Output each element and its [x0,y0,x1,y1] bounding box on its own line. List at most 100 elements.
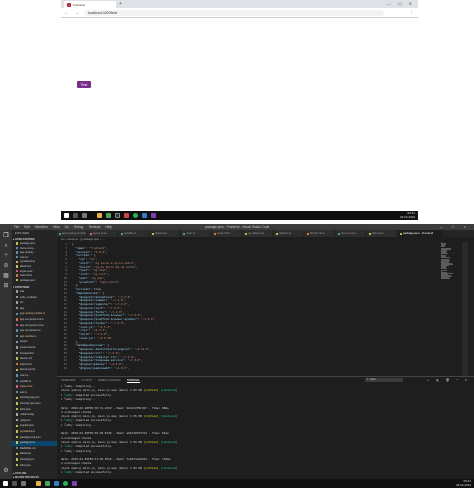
taskbar-clock[interactable]: 09:31 29.02.2019 [400,211,415,219]
explorer-icon[interactable] [36,481,41,486]
menu-item[interactable]: Selection [35,225,48,229]
spotify-icon[interactable] [63,481,68,486]
extensions-icon[interactable]: ▦ [3,273,9,279]
editor-tab[interactable]: tailwind.js [274,230,304,237]
menu-item[interactable]: Go [65,225,69,229]
search-icon[interactable] [73,213,78,218]
file-tree-item[interactable]: app-routing.module.ts [12,312,57,316]
file-tree-item[interactable]: package.json [12,441,57,446]
file-tree-item[interactable]: tailwind.js [12,452,57,456]
new-tab-button[interactable]: + [119,1,122,7]
source-control-icon[interactable]: ⑂ [3,253,9,259]
file-tree-item[interactable]: ng-tailwind.js [12,430,57,434]
terminal-icon[interactable] [115,213,120,218]
search-icon[interactable]: ⌕ [3,243,9,249]
explorer-icon[interactable] [97,213,102,218]
vscode-icon[interactable] [54,481,59,486]
visual-studio-icon[interactable] [151,213,156,218]
editor-tab[interactable]: ng-tailwind.js [243,230,273,237]
menu-item[interactable]: Help [105,225,112,229]
vscode-icon[interactable] [142,213,147,218]
open-editors-header[interactable]: ▸ OPEN EDITORS [13,238,35,241]
file-name: ng-tailwind.js [19,260,35,264]
file-tree-item[interactable]: index.html [12,363,57,367]
editor-tab[interactable]: package.json - Frontend [398,230,444,237]
file-tree-item[interactable]: node_modules [12,296,57,300]
panel-tab[interactable]: TERMINAL [126,379,140,383]
file-tree-item[interactable]: app.component.scss [12,324,57,328]
explorer-icon[interactable]: ❐ [3,233,9,239]
panel-tab[interactable]: DEBUG CONSOLE [98,379,121,382]
settings-gear-icon[interactable]: ⚙ [3,468,9,474]
panel-tab[interactable]: PROBLEMS [61,379,75,382]
browser-window-controls[interactable]: — ☐ ✕ [387,1,415,6]
menu-item[interactable]: Debug [74,225,83,229]
panel-tab[interactable]: OUTPUT [81,379,92,382]
browser-menu-icon[interactable]: ⋮ [409,9,414,15]
file-tree-item[interactable]: .editorconfig [12,413,57,417]
debug-icon[interactable]: ⊘ [3,263,9,269]
start-icon[interactable] [3,481,8,486]
terminal-select[interactable]: 1: node [365,378,403,382]
file-tree-item[interactable]: tslint.json [12,464,57,468]
file-tree-item[interactable]: favicon.ico [12,357,57,361]
file-tree-item[interactable]: app.module.ts [12,335,57,339]
panel-controls[interactable]: + ▥ 🗑 ^ ✕ [427,378,470,383]
editor-tab[interactable]: styles.scss [88,230,118,237]
file-tree-item[interactable]: app [12,307,57,311]
frontend-folder-header[interactable]: ▾ FRONTEND [13,286,29,289]
file-tree-item[interactable]: tslint.json [12,408,57,412]
file-tree-item[interactable]: .gitignore [12,419,57,423]
code-token: , [124,320,126,325]
app-icon[interactable] [124,213,129,218]
file-tree-item[interactable]: karma.conf.js [12,368,57,372]
chrome-icon[interactable] [45,481,50,486]
file-tree-item[interactable]: package.json [12,279,57,283]
editor-tab[interactable]: tailwind.js [150,230,180,237]
file-tree-item[interactable]: angular.json [12,424,57,428]
code-editor[interactable]: 1{2 "name": "frontend", 3 "version": "0.0… [57,242,437,376]
spotify-icon[interactable] [133,213,138,218]
file-tree-item[interactable]: tsconfig.spec.json [12,402,57,406]
menu-item[interactable]: View [53,225,60,229]
file-tree-item[interactable]: app.component.html [12,318,57,322]
task-view-icon[interactable] [21,481,26,486]
visual-studio-icon[interactable] [72,481,77,486]
editor-tab[interactable]: tslint.json [367,230,397,237]
outline-header[interactable]: ▸ OUTLINE [13,472,26,475]
file-tree-item[interactable]: assets [12,340,57,344]
file-tree-item[interactable]: package-lock.json [12,436,57,440]
menu-item[interactable]: Terminal [88,225,100,229]
editor-scrollbar[interactable] [462,242,468,376]
editor-tab[interactable]: dist/ch.html [305,230,335,237]
test-button[interactable]: Test [77,81,91,88]
file-tree-item[interactable]: e2e [12,290,57,294]
start-icon[interactable] [64,213,69,218]
editor-tab[interactable]: app-routing.module.ts [57,230,87,237]
browser-tab[interactable]: Frontend [64,1,116,8]
search-icon[interactable] [12,481,17,486]
editor-tab[interactable]: index.html [212,230,242,237]
file-tree-item[interactable]: README.md [12,447,57,451]
address-bar[interactable]: localhost:4200/test [84,10,384,16]
menu-item[interactable]: File [14,225,19,229]
file-tree-item[interactable]: test.ts [12,391,57,395]
file-tree-item[interactable]: main.ts [12,374,57,378]
file-tree-item[interactable]: environments [12,346,57,350]
file-tree-item[interactable]: src [12,301,57,305]
file-tree-item[interactable]: styles.scss [12,385,57,389]
file-tree-item[interactable]: tsconfig.app.json [12,396,57,400]
menu-item[interactable]: Edit [24,225,30,229]
file-tree-item[interactable]: browserslist [12,352,57,356]
file-tree-item[interactable]: tsconfig.json [12,458,57,462]
editor-tab[interactable]: main.ts [181,230,211,237]
minimap[interactable] [440,242,453,282]
remote-icon[interactable]: ⊞ [3,283,9,289]
taskbar-clock[interactable]: 09:31 28.02.2019 [456,479,471,487]
editor-tab[interactable]: home.comp... [336,230,366,237]
file-tree-item[interactable]: app.component.ts [12,329,57,333]
editor-tab[interactable]: polyfills.ts [119,230,149,237]
chrome-icon[interactable] [106,213,111,218]
file-tree-item[interactable]: polyfills.ts [12,380,57,384]
task-view-icon[interactable] [82,213,87,218]
